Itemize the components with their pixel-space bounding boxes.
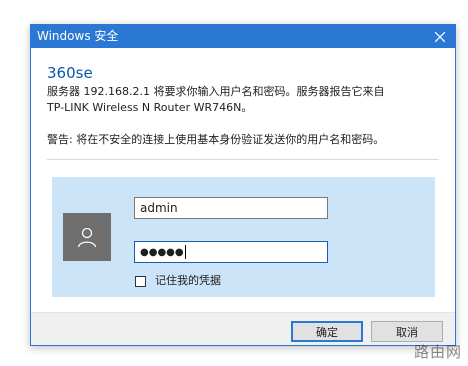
close-button[interactable] [425,25,455,48]
windows-security-dialog: Windows 安全 360se 服务器 192.168.2.1 将要求你输入用… [30,24,456,346]
cancel-button[interactable]: 取消 [371,321,443,342]
password-field[interactable]: ●●●●● [134,241,328,263]
window-title: Windows 安全 [37,29,119,43]
remember-checkbox[interactable] [135,275,146,287]
app-name: 360se [47,64,93,82]
avatar [63,213,111,261]
close-icon [435,31,445,42]
username-field[interactable]: admin [134,197,328,219]
title-bar: Windows 安全 [31,25,455,48]
security-warning: 警告: 将在不安全的连接上使用基本身份验证发送你的用户名和密码。 [47,133,385,146]
server-message-line1: 服务器 192.168.2.1 将要求你输入用户名和密码。服务器报告它来自 [47,85,385,98]
watermark: 路由网 [413,343,462,361]
divider [47,159,439,160]
remember-label: 记住我的凭据 [155,274,221,287]
password-mask: ●●●●● [140,246,184,258]
ok-button[interactable]: 确定 [291,321,363,342]
text-caret [184,245,186,259]
server-message-line2: TP-LINK Wireless N Router WR746N。 [47,101,253,114]
user-icon [77,227,97,248]
button-bar: 确定 取消 [31,312,455,345]
username-value: admin [140,201,178,215]
remember-credentials[interactable]: 记住我的凭据 [135,275,221,287]
credential-panel[interactable]: admin ●●●●● 记住我的凭据 [52,177,435,297]
